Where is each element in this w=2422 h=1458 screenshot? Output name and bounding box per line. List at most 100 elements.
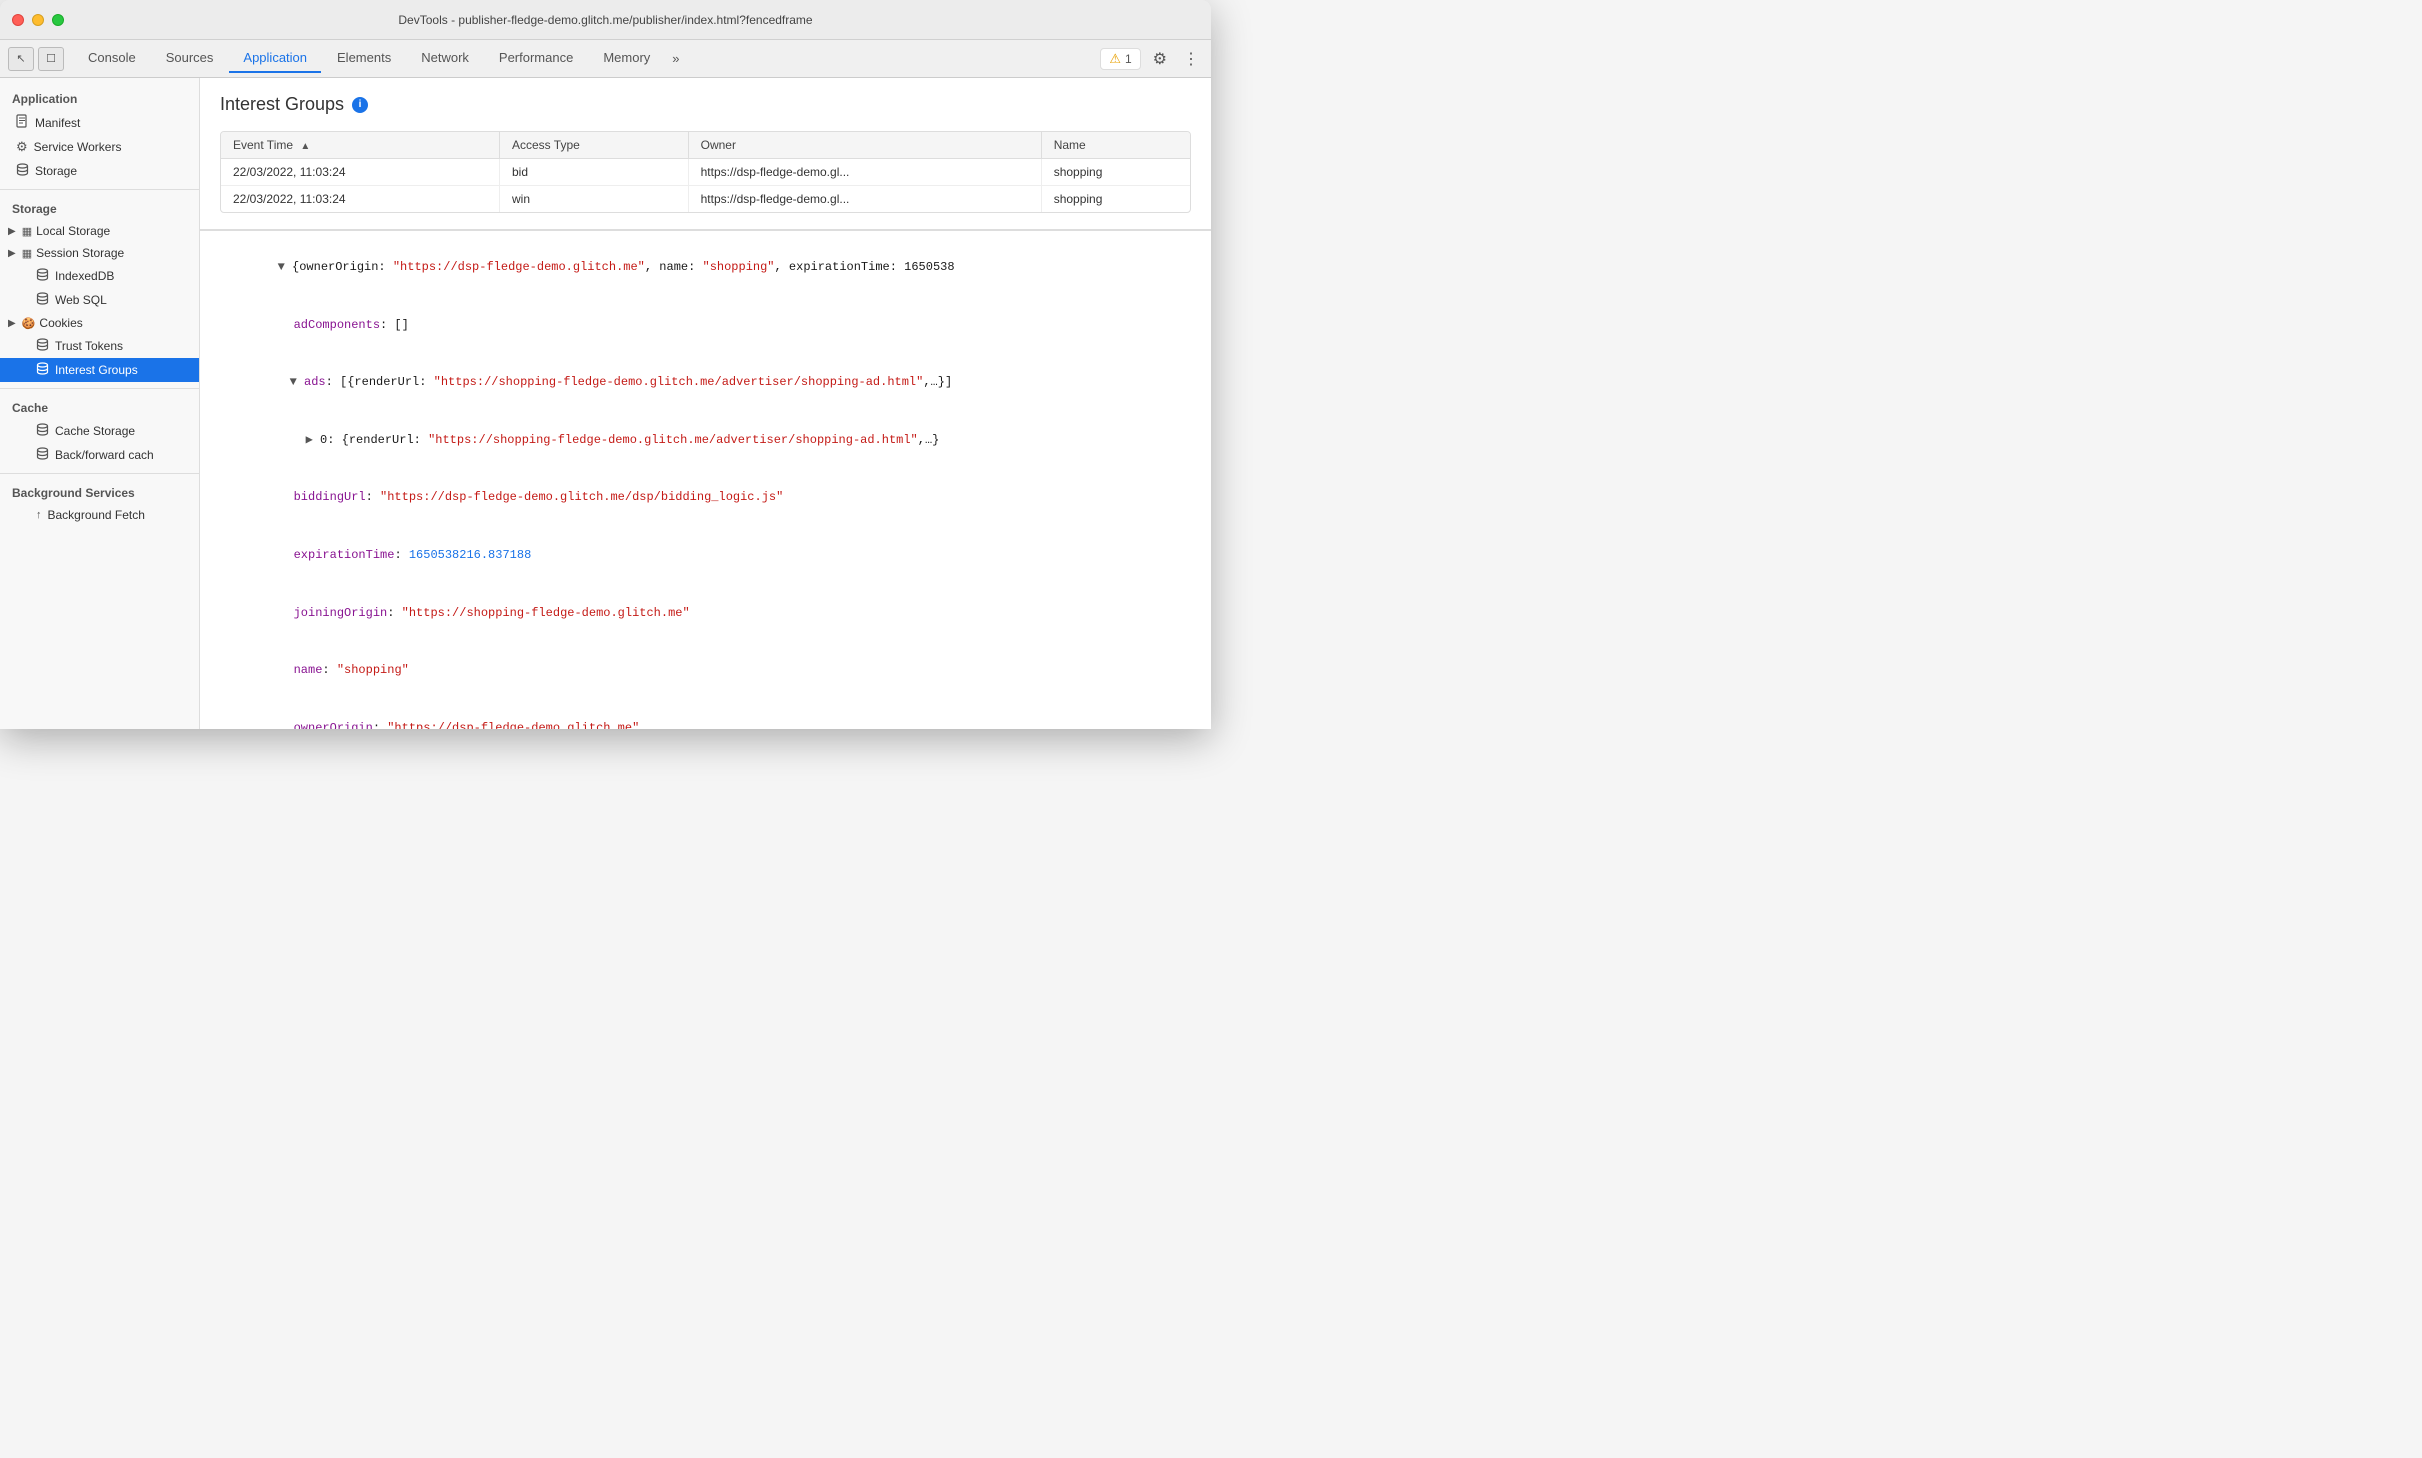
tab-tool-icons: ↖ ☐ [8, 47, 64, 71]
sidebar-item-web-sql[interactable]: Web SQL [0, 288, 199, 312]
storage-app-icon [16, 163, 29, 179]
ig-title: Interest Groups i [220, 94, 1191, 115]
traffic-lights [12, 14, 64, 26]
tab-console[interactable]: Console [74, 44, 150, 73]
warning-badge[interactable]: ⚠ 1 [1100, 48, 1140, 70]
cookies-icon: 🍪 [22, 317, 36, 330]
detail-line-8: ownerOrigin: "https://dsp-fledge-demo.gl… [216, 700, 1211, 730]
tab-more-button[interactable]: » [666, 47, 685, 70]
back-forward-label: Back/forward cach [55, 448, 154, 462]
cell-event-time-1: 22/03/2022, 11:03:24 [221, 159, 500, 186]
col-name-label: Name [1054, 138, 1086, 152]
warning-count: 1 [1125, 52, 1132, 66]
cell-owner-2: https://dsp-fledge-demo.gl... [688, 186, 1041, 213]
detail-line-5: expirationTime: 1650538216.837188 [216, 527, 1211, 585]
cell-name-2: shopping [1041, 186, 1190, 213]
col-event-time-label: Event Time [233, 138, 293, 152]
table-row[interactable]: 22/03/2022, 11:03:24 win https://dsp-fle… [221, 186, 1190, 213]
more-options-icon[interactable]: ⋮ [1179, 47, 1203, 71]
window-title: DevTools - publisher-fledge-demo.glitch.… [398, 13, 812, 27]
sidebar-section-storage: Storage [0, 196, 199, 220]
manifest-icon [16, 114, 29, 131]
cell-owner-1: https://dsp-fledge-demo.gl... [688, 159, 1041, 186]
tab-bar: ↖ ☐ Console Sources Application Elements… [0, 40, 1211, 78]
sidebar-item-indexeddb[interactable]: IndexedDB [0, 264, 199, 288]
divider-2 [0, 388, 199, 389]
service-workers-icon: ⚙ [16, 139, 28, 155]
detail-line-4: biddingUrl: "https://dsp-fledge-demo.gli… [216, 469, 1211, 527]
service-workers-label: Service Workers [34, 140, 122, 154]
maximize-button[interactable] [52, 14, 64, 26]
cell-name-1: shopping [1041, 159, 1190, 186]
sidebar-section-cache: Cache [0, 395, 199, 419]
cell-event-time-2: 22/03/2022, 11:03:24 [221, 186, 500, 213]
warning-icon: ⚠ [1109, 51, 1121, 67]
cache-storage-label: Cache Storage [55, 424, 135, 438]
cursor-icon[interactable]: ↖ [8, 47, 34, 71]
detail-line-1: adComponents: [] [216, 297, 1211, 355]
sidebar-item-trust-tokens[interactable]: Trust Tokens [0, 334, 199, 358]
background-fetch-label: Background Fetch [48, 508, 145, 522]
sidebar-item-manifest[interactable]: Manifest [0, 110, 199, 135]
storage-app-label: Storage [35, 164, 77, 178]
toggle-3[interactable]: ▶ [306, 433, 320, 447]
info-icon[interactable]: i [352, 97, 368, 113]
session-storage-label: Session Storage [36, 246, 124, 260]
divider-3 [0, 473, 199, 474]
trust-tokens-icon [36, 338, 49, 354]
toggle-2[interactable]: ▼ [290, 375, 304, 389]
session-storage-arrow: ▶ [8, 248, 16, 259]
main-layout: Application Manifest ⚙ Service Workers [0, 78, 1211, 729]
cell-access-type-2: win [500, 186, 689, 213]
detail-line-6: joiningOrigin: "https://shopping-fledge-… [216, 584, 1211, 642]
cache-storage-icon [36, 423, 49, 439]
tab-memory[interactable]: Memory [589, 44, 664, 73]
tab-sources[interactable]: Sources [152, 44, 228, 73]
sidebar-item-cache-storage[interactable]: Cache Storage [0, 419, 199, 443]
detail-line-3: ▶ 0: {renderUrl: "https://shopping-fledg… [216, 412, 1211, 470]
local-storage-icon: ▦ [22, 225, 32, 238]
sidebar-item-interest-groups[interactable]: Interest Groups [0, 358, 199, 382]
ig-title-text: Interest Groups [220, 94, 344, 115]
local-storage-arrow: ▶ [8, 226, 16, 237]
session-storage-icon: ▦ [22, 247, 32, 260]
sidebar: Application Manifest ⚙ Service Workers [0, 78, 200, 729]
table-row[interactable]: 22/03/2022, 11:03:24 bid https://dsp-fle… [221, 159, 1190, 186]
settings-icon[interactable]: ⚙ [1149, 47, 1171, 71]
local-storage-label: Local Storage [36, 224, 110, 238]
indexeddb-label: IndexedDB [55, 269, 114, 283]
tab-elements[interactable]: Elements [323, 44, 405, 73]
sidebar-item-cookies[interactable]: ▶ 🍪 Cookies [0, 312, 199, 334]
web-sql-label: Web SQL [55, 293, 107, 307]
title-bar: DevTools - publisher-fledge-demo.glitch.… [0, 0, 1211, 40]
cookies-label: Cookies [39, 316, 82, 330]
divider-1 [0, 189, 199, 190]
tab-network[interactable]: Network [407, 44, 483, 73]
close-button[interactable] [12, 14, 24, 26]
minimize-button[interactable] [32, 14, 44, 26]
sidebar-section-application: Application [0, 86, 199, 110]
tab-performance[interactable]: Performance [485, 44, 587, 73]
toggle-0[interactable]: ▼ [278, 260, 292, 274]
sidebar-item-local-storage[interactable]: ▶ ▦ Local Storage [0, 220, 199, 242]
tab-right-icons: ⚠ 1 ⚙ ⋮ [1100, 47, 1203, 71]
web-sql-icon [36, 292, 49, 308]
sidebar-item-back-forward[interactable]: Back/forward cach [0, 443, 199, 467]
sidebar-item-service-workers[interactable]: ⚙ Service Workers [0, 135, 199, 159]
detail-panel[interactable]: ▼ {ownerOrigin: "https://dsp-fledge-demo… [200, 230, 1211, 729]
col-name: Name [1041, 132, 1190, 159]
background-fetch-icon: ↑ [36, 509, 42, 521]
interest-groups-section: Interest Groups i Event Time ▲ Access Ty… [200, 78, 1211, 230]
sidebar-item-background-fetch[interactable]: ↑ Background Fetch [0, 504, 199, 526]
col-owner: Owner [688, 132, 1041, 159]
tab-application[interactable]: Application [229, 44, 321, 73]
interest-groups-label: Interest Groups [55, 363, 138, 377]
sort-arrow-icon: ▲ [300, 141, 310, 152]
sidebar-item-storage-app[interactable]: Storage [0, 159, 199, 183]
device-icon[interactable]: ☐ [38, 47, 64, 71]
col-event-time[interactable]: Event Time ▲ [221, 132, 500, 159]
sidebar-item-session-storage[interactable]: ▶ ▦ Session Storage [0, 242, 199, 264]
col-access-type: Access Type [500, 132, 689, 159]
col-access-type-label: Access Type [512, 138, 580, 152]
cell-access-type-1: bid [500, 159, 689, 186]
